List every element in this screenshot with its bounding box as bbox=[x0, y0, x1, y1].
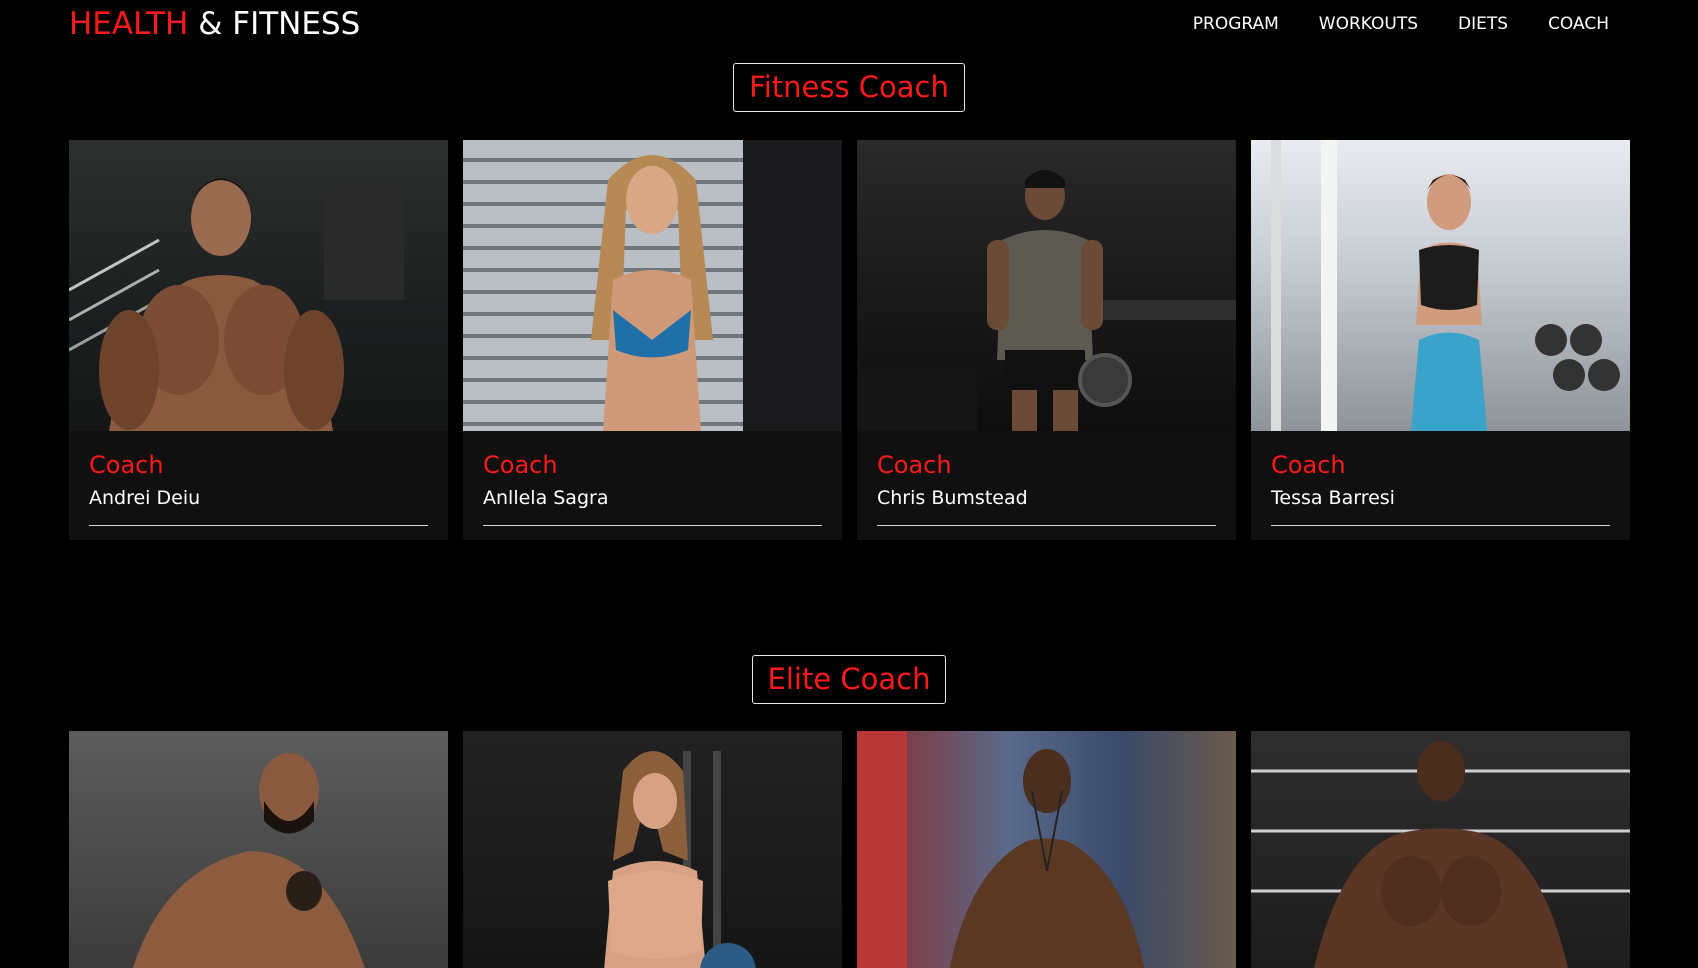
coach-name: Chris Bumstead bbox=[877, 487, 1028, 509]
coach-photo bbox=[857, 140, 1236, 431]
coach-name: Anllela Sagra bbox=[483, 487, 609, 509]
section-title: Fitness Coach bbox=[733, 63, 965, 112]
card-divider bbox=[877, 525, 1216, 526]
coach-photo bbox=[463, 140, 842, 431]
nav-link-diets[interactable]: DIETS bbox=[1458, 14, 1508, 34]
coach-card[interactable] bbox=[463, 731, 842, 968]
card-divider bbox=[483, 525, 822, 526]
logo-accent-text: HEALTH bbox=[69, 6, 189, 42]
site-logo[interactable]: HEALTH & FITNESS bbox=[69, 6, 360, 42]
coach-photo bbox=[1251, 731, 1630, 968]
section-heading-elite: Elite Coach bbox=[0, 655, 1698, 704]
coach-card[interactable] bbox=[69, 731, 448, 968]
coach-card[interactable]: Coach Tessa Barresi bbox=[1251, 140, 1630, 540]
coach-info: Coach Anllela Sagra bbox=[463, 431, 842, 540]
coach-card[interactable] bbox=[857, 731, 1236, 968]
nav-link-coach[interactable]: COACH bbox=[1548, 14, 1609, 34]
nav-link-program[interactable]: PROGRAM bbox=[1193, 14, 1279, 34]
coach-card[interactable]: Coach Chris Bumstead bbox=[857, 140, 1236, 540]
coach-card[interactable] bbox=[1251, 731, 1630, 968]
logo-rest-text: & FITNESS bbox=[188, 6, 361, 42]
coach-info: Coach Tessa Barresi bbox=[1251, 431, 1630, 540]
coach-photo bbox=[69, 140, 448, 431]
coach-info: Coach Chris Bumstead bbox=[857, 431, 1236, 540]
coach-name: Tessa Barresi bbox=[1271, 487, 1395, 509]
coach-info: Coach Andrei Deiu bbox=[69, 431, 448, 540]
card-divider bbox=[1271, 525, 1610, 526]
card-divider bbox=[89, 525, 428, 526]
site-header: HEALTH & FITNESS PROGRAM WORKOUTS DIETS … bbox=[0, 0, 1698, 52]
coach-grid-elite bbox=[69, 731, 1630, 968]
section-title: Elite Coach bbox=[751, 655, 947, 704]
main-nav: PROGRAM WORKOUTS DIETS COACH bbox=[1193, 14, 1609, 34]
coach-role: Coach bbox=[483, 451, 558, 479]
coach-photo bbox=[69, 731, 448, 968]
coach-role: Coach bbox=[877, 451, 952, 479]
page: HEALTH & FITNESS PROGRAM WORKOUTS DIETS … bbox=[0, 0, 1698, 968]
coach-card[interactable]: Coach Andrei Deiu bbox=[69, 140, 448, 540]
coach-grid-fitness: Coach Andrei Deiu Coach Anllela Sagra Co… bbox=[69, 140, 1630, 540]
coach-name: Andrei Deiu bbox=[89, 487, 201, 509]
coach-photo bbox=[1251, 140, 1630, 431]
coach-role: Coach bbox=[89, 451, 164, 479]
coach-card[interactable]: Coach Anllela Sagra bbox=[463, 140, 842, 540]
nav-link-workouts[interactable]: WORKOUTS bbox=[1319, 14, 1418, 34]
section-heading-fitness: Fitness Coach bbox=[0, 63, 1698, 112]
coach-photo bbox=[857, 731, 1236, 968]
coach-photo bbox=[463, 731, 842, 968]
coach-role: Coach bbox=[1271, 451, 1346, 479]
